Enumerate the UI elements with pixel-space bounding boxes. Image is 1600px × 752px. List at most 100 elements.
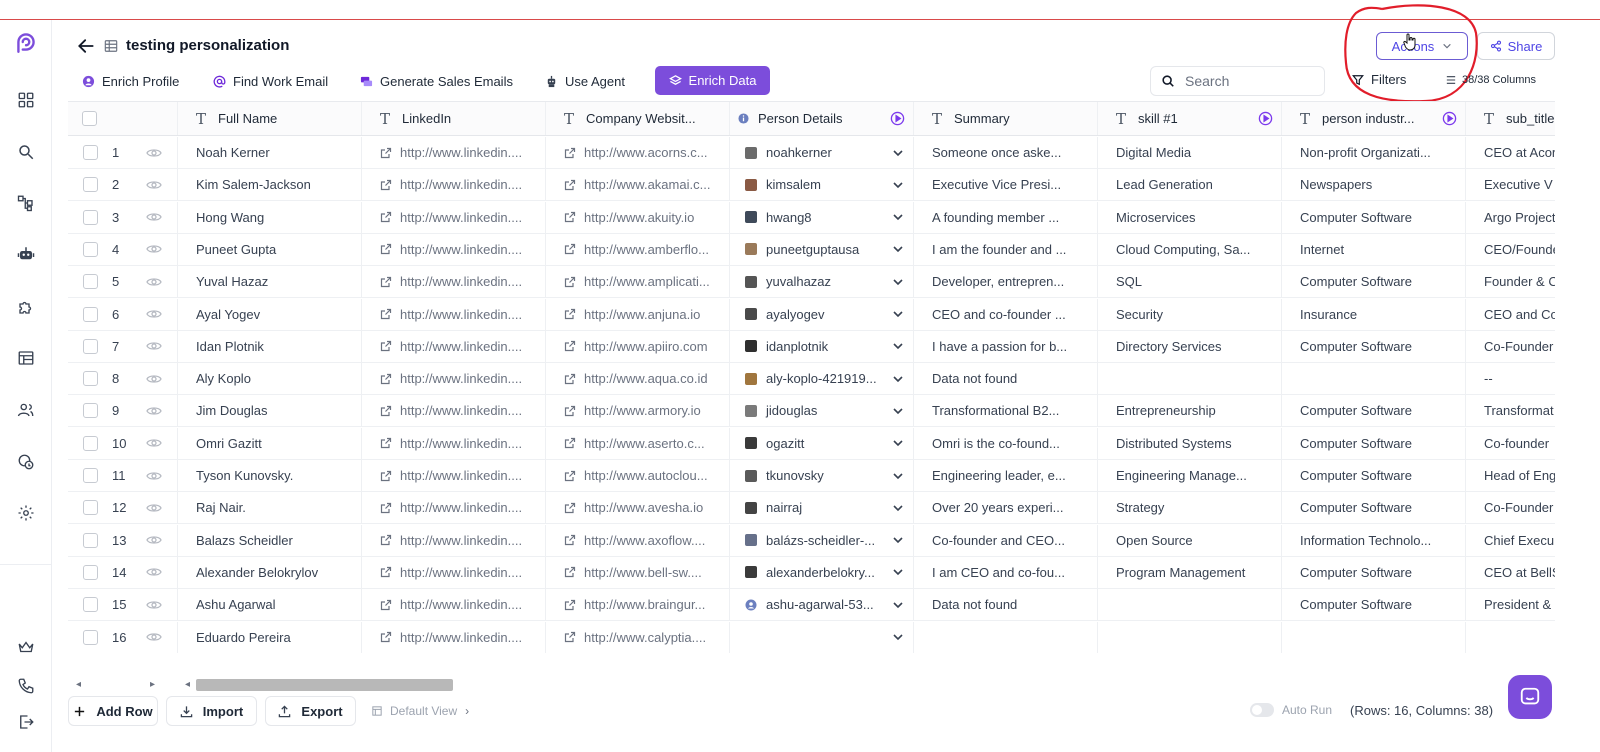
cell-person-industry[interactable]: Computer Software [1282,460,1466,491]
row-checkbox[interactable] [83,500,98,516]
cell-person-industry[interactable]: Computer Software [1282,427,1466,459]
eye-icon[interactable] [146,564,162,580]
table-row[interactable]: 10 Omri Gazitt http://www.linkedin.... http… [68,427,1555,460]
cell-person-industry[interactable]: Computer Software [1282,589,1466,621]
cell-person-details[interactable]: jidouglas [730,395,914,427]
cell-sub-title[interactable]: Executive V [1466,169,1555,200]
enrich-profile-button[interactable]: Enrich Profile [82,72,179,90]
eye-icon[interactable] [146,274,162,290]
table-row[interactable]: 8 Aly Koplo http://www.linkedin.... http://… [68,363,1555,396]
cell-skill-1[interactable]: Distributed Systems [1098,427,1282,459]
cell-summary[interactable]: Data not found [914,363,1098,395]
cell-person-industry[interactable]: Computer Software [1282,201,1466,233]
website-link[interactable]: http://www.autoclou... [584,468,708,483]
chevron-down-icon[interactable] [891,630,905,644]
cell-linkedin[interactable]: http://www.linkedin.... [362,427,546,459]
table-row[interactable]: 2 Kim Salem-Jackson http://www.linkedin...… [68,169,1555,202]
cell-person-details[interactable]: ayalyogev [730,298,914,330]
back-arrow-icon[interactable] [76,36,96,56]
eye-icon[interactable] [146,306,162,322]
cell-sub-title[interactable]: CEO and Co [1466,299,1555,330]
row-checkbox[interactable] [83,371,98,387]
table-row[interactable]: 5 Yuval Hazaz http://www.linkedin.... http:… [68,266,1555,299]
cell-company-website[interactable]: http://www.akuity.io [546,201,730,233]
eye-icon[interactable] [146,597,162,613]
cell-sub-title[interactable]: CEO at BellS [1466,557,1555,588]
table-row[interactable]: 6 Ayal Yogev http://www.linkedin.... http:/… [68,298,1555,331]
users-icon[interactable] [14,398,38,422]
cell-person-industry[interactable] [1282,621,1466,653]
cell-company-website[interactable]: http://www.bell-sw.... [546,556,730,588]
cell-sub-title[interactable]: Co-founder [1466,428,1555,459]
cell-summary[interactable]: Omri is the co-found... [914,427,1098,459]
cell-summary[interactable]: Developer, entrepren... [914,266,1098,298]
cell-company-website[interactable]: http://www.akamai.c... [546,169,730,201]
cell-linkedin[interactable]: http://www.linkedin.... [362,169,546,201]
scroll-left-arrow-icon[interactable]: ◂ [76,679,81,690]
cell-company-website[interactable]: http://www.amplicati... [546,266,730,298]
website-link[interactable]: http://www.braingur... [584,597,705,612]
website-link[interactable]: http://www.calyptia.... [584,630,706,645]
run-column-play-icon[interactable] [1442,111,1457,126]
cell-person-details[interactable]: nairraj [730,492,914,524]
tables-icon[interactable] [14,346,38,370]
filters-button[interactable]: Filters [1352,72,1406,87]
cell-skill-1[interactable] [1098,363,1282,395]
cell-full-name[interactable]: Kim Salem-Jackson [178,169,362,201]
add-row-button[interactable]: Add Row [68,696,158,726]
columns-button[interactable]: 38/38 Columns [1446,74,1536,86]
eye-icon[interactable] [146,403,162,419]
eye-icon[interactable] [146,532,162,548]
auto-run-toggle[interactable]: Auto Run [1250,703,1332,717]
eye-icon[interactable] [146,371,162,387]
linkedin-link[interactable]: http://www.linkedin.... [400,242,522,257]
cell-skill-1[interactable]: SQL [1098,266,1282,298]
run-column-play-icon[interactable] [1258,111,1273,126]
search-box[interactable] [1150,66,1325,96]
app-logo-icon[interactable] [12,28,40,56]
chevron-down-icon[interactable] [891,178,905,192]
chevron-down-icon[interactable] [891,501,905,515]
cell-person-industry[interactable]: Insurance [1282,298,1466,330]
row-checkbox[interactable] [83,629,98,645]
column-header-skill-1[interactable]: Tskill #1 [1098,102,1282,135]
cell-full-name[interactable]: Yuval Hazaz [178,266,362,298]
logout-icon[interactable] [14,710,38,734]
cell-person-details[interactable]: ogazitt [730,427,914,459]
eye-icon[interactable] [146,629,162,645]
linkedin-link[interactable]: http://www.linkedin.... [400,145,522,160]
cell-linkedin[interactable]: http://www.linkedin.... [362,395,546,427]
cell-summary[interactable]: I am the founder and ... [914,233,1098,265]
cell-sub-title[interactable] [1466,622,1555,653]
eye-icon[interactable] [146,177,162,193]
column-header-sub-title[interactable]: Tsub_title [1466,102,1555,135]
cell-skill-1[interactable]: Engineering Manage... [1098,460,1282,491]
table-row[interactable]: 13 Balazs Scheidler http://www.linkedin...… [68,524,1555,557]
row-checkbox[interactable] [83,435,98,451]
linkedin-link[interactable]: http://www.linkedin.... [400,403,522,418]
chevron-down-icon[interactable] [891,275,905,289]
row-checkbox[interactable] [83,145,98,160]
settings-gear-icon[interactable] [14,501,38,525]
website-link[interactable]: http://www.armory.io [584,403,701,418]
eye-icon[interactable] [146,145,162,161]
cell-person-details[interactable]: noahkerner [730,137,914,168]
cell-skill-1[interactable]: Lead Generation [1098,169,1282,201]
website-link[interactable]: http://www.akuity.io [584,210,694,225]
cell-full-name[interactable]: Ayal Yogev [178,298,362,330]
cell-skill-1[interactable]: Digital Media [1098,137,1282,168]
cell-sub-title[interactable]: Founder & C [1466,266,1555,297]
scrollbar-thumb[interactable] [196,679,453,691]
row-checkbox[interactable] [83,177,98,193]
eye-icon[interactable] [146,435,162,451]
linkedin-link[interactable]: http://www.linkedin.... [400,436,522,451]
cell-sub-title[interactable]: Head of Eng [1466,460,1555,491]
cell-company-website[interactable]: http://www.aqua.co.id [546,363,730,395]
search-input[interactable] [1185,73,1305,89]
cell-linkedin[interactable]: http://www.linkedin.... [362,233,546,265]
cell-skill-1[interactable] [1098,621,1282,653]
chevron-down-icon[interactable] [891,372,905,386]
table-row[interactable]: 7 Idan Plotnik http://www.linkedin.... http… [68,330,1555,363]
cell-summary[interactable]: A founding member ... [914,201,1098,233]
cell-summary[interactable]: Data not found [914,589,1098,621]
